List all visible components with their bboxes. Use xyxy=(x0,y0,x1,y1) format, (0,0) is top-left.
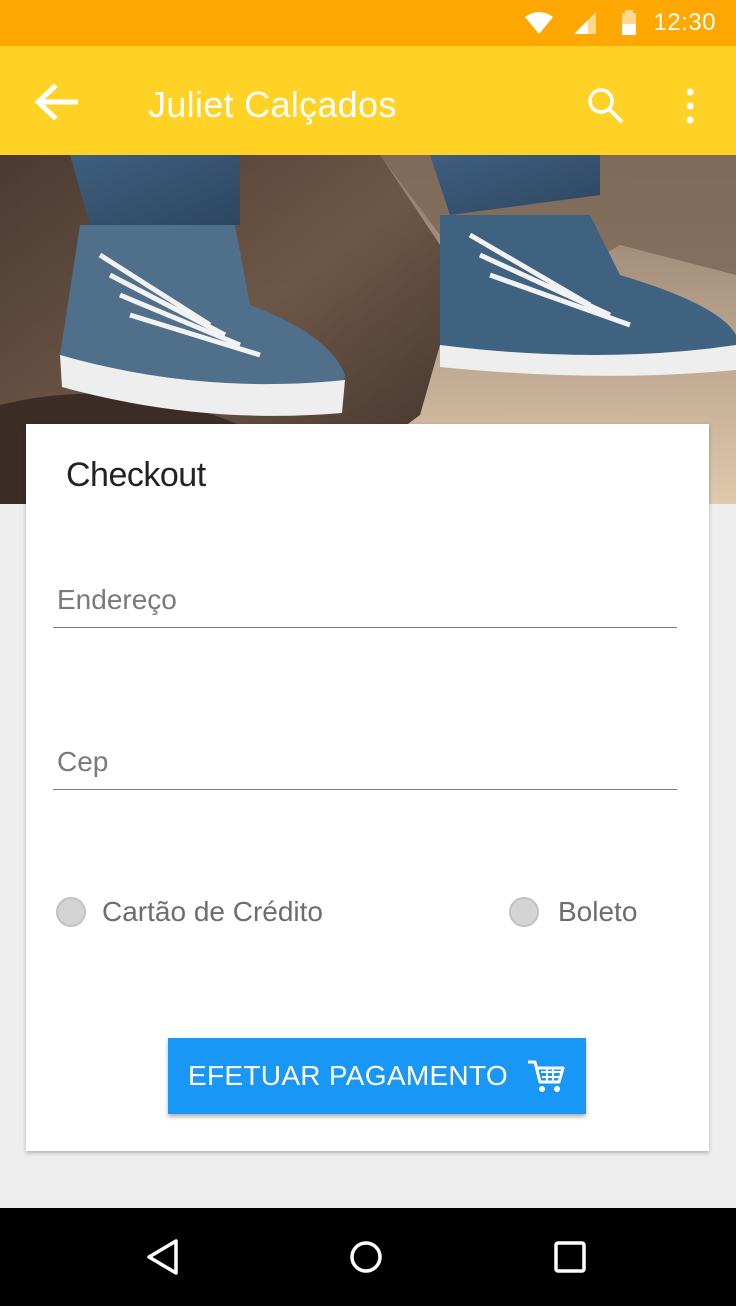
checkout-card: Checkout Cartão de Crédito Boleto EFETUA… xyxy=(26,424,709,1151)
radio-circle-icon[interactable] xyxy=(509,897,539,927)
pay-button[interactable]: EFETUAR PAGAMENTO xyxy=(168,1038,586,1114)
pay-button-label: EFETUAR PAGAMENTO xyxy=(188,1060,508,1091)
back-arrow-icon[interactable] xyxy=(32,82,78,122)
nav-home-icon[interactable] xyxy=(341,1232,391,1282)
battery-icon xyxy=(622,10,636,35)
radio-boleto-label: Boleto xyxy=(558,896,638,927)
more-vert-icon[interactable] xyxy=(672,86,708,126)
status-time: 12:30 xyxy=(653,9,716,36)
zip-input[interactable] xyxy=(53,734,677,789)
status-bar: 12:30 xyxy=(0,0,736,46)
radio-boleto[interactable]: Boleto xyxy=(509,896,637,928)
cart-icon xyxy=(527,1060,565,1092)
checkout-title: Checkout xyxy=(66,456,206,494)
system-nav-bar xyxy=(0,1208,736,1306)
zip-field xyxy=(53,734,677,790)
app-title: Juliet Calçados xyxy=(148,84,397,125)
search-icon[interactable] xyxy=(586,86,626,126)
nav-recents-icon[interactable] xyxy=(545,1232,595,1282)
address-input[interactable] xyxy=(53,572,677,627)
radio-circle-icon[interactable] xyxy=(56,897,86,927)
cell-signal-icon xyxy=(574,12,596,34)
wifi-icon xyxy=(525,12,553,34)
address-field xyxy=(53,572,677,628)
nav-back-icon[interactable] xyxy=(137,1232,187,1282)
app-bar: Juliet Calçados xyxy=(0,46,736,155)
radio-credit-card-label: Cartão de Crédito xyxy=(102,896,324,927)
radio-credit-card[interactable]: Cartão de Crédito xyxy=(56,896,323,928)
